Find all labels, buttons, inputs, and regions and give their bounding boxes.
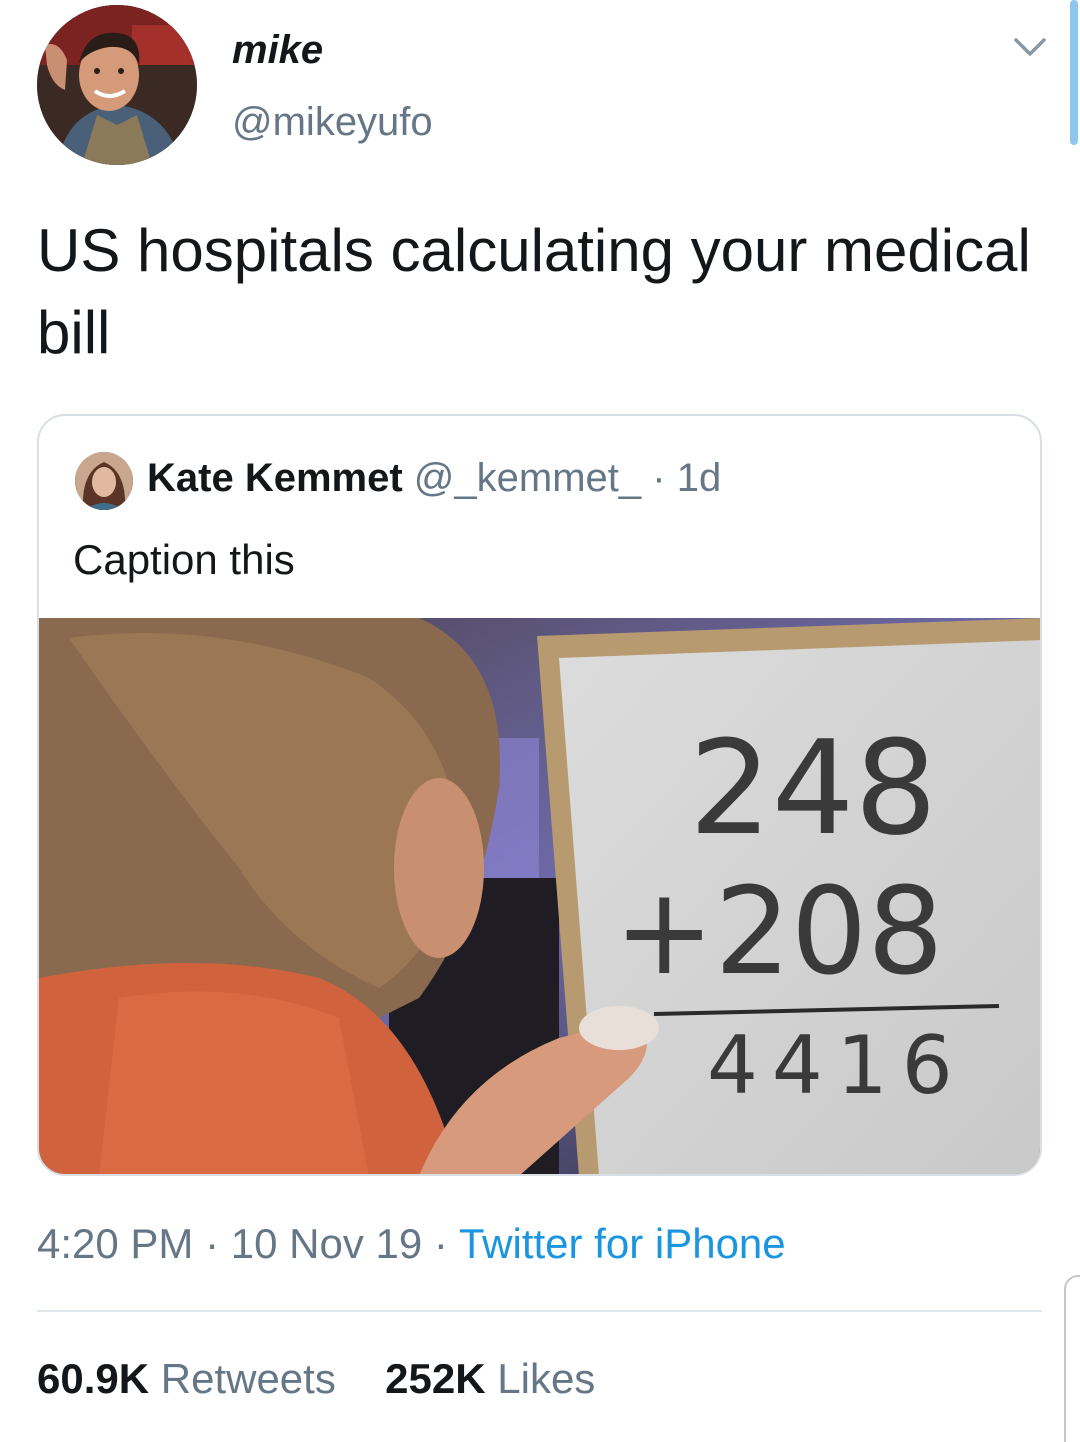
likes-stat[interactable]: 252K Likes <box>385 1355 595 1402</box>
whiteboard-line1: 248 <box>689 712 937 864</box>
quoted-tweet-text: Caption this <box>73 536 295 583</box>
retweets-stat[interactable]: 60.9K Retweets <box>37 1355 348 1402</box>
scrollbar[interactable] <box>1070 0 1078 145</box>
quoted-author-handle[interactable]: @_kemmet_ <box>414 456 641 500</box>
quoted-avatar[interactable] <box>75 452 133 510</box>
quoted-media-image[interactable]: 248 +208 4416 <box>39 618 1042 1176</box>
quoted-tweet-card[interactable]: Kate Kemmet @_kemmet_ · 1d Caption this <box>37 414 1042 1176</box>
quoted-author-name[interactable]: Kate Kemmet <box>147 456 403 500</box>
handle[interactable]: @mikeyufo <box>232 100 433 145</box>
retweets-label: Retweets <box>160 1355 336 1402</box>
engagement-stats: 60.9K Retweets 252K Likes <box>37 1355 595 1403</box>
source-link[interactable]: Twitter for iPhone <box>459 1220 786 1267</box>
quoted-separator: · <box>652 456 666 500</box>
tweet-meta: 4:20 PM · 10 Nov 19 · Twitter for iPhone <box>37 1220 786 1268</box>
divider <box>37 1310 1042 1312</box>
avatar[interactable] <box>37 5 197 165</box>
tweet-time[interactable]: 4:20 PM <box>37 1220 193 1267</box>
screen-edge <box>1064 1275 1080 1442</box>
retweets-count: 60.9K <box>37 1355 150 1402</box>
likes-count: 252K <box>385 1355 486 1402</box>
avatar-photo <box>37 5 197 165</box>
whiteboard-result: 4416 <box>707 1019 967 1112</box>
display-name[interactable]: mike <box>232 28 323 73</box>
tweet-date[interactable]: 10 Nov 19 <box>231 1220 422 1267</box>
quoted-age: 1d <box>676 456 722 500</box>
whiteboard-line2: +208 <box>614 863 944 1002</box>
meta-separator-1: · <box>205 1220 220 1267</box>
quoted-header: Kate Kemmet @_kemmet_ · 1d <box>147 456 721 501</box>
quoted-avatar-photo <box>75 452 133 510</box>
tweet-text: US hospitals calculating your medical bi… <box>37 217 1031 366</box>
meta-separator-2: · <box>433 1220 448 1267</box>
chevron-down-icon[interactable] <box>1010 28 1050 68</box>
likes-label: Likes <box>497 1355 596 1402</box>
